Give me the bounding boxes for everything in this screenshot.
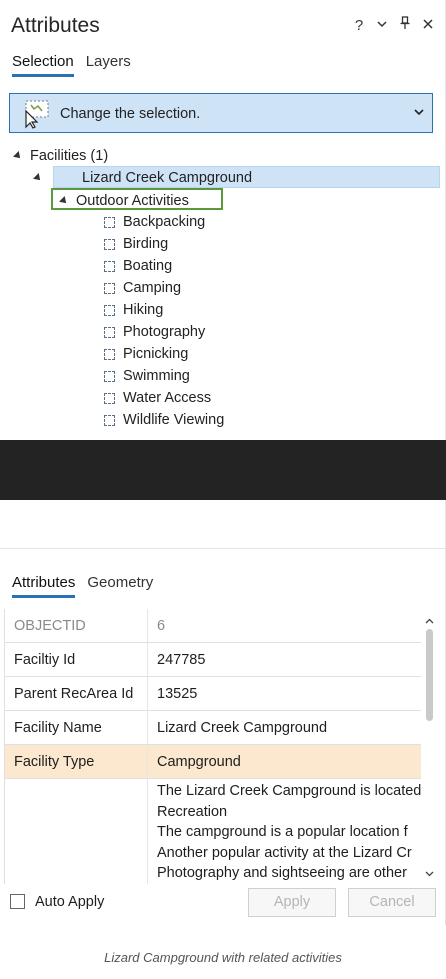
tree-activity-row[interactable]: Birding [104, 233, 168, 255]
tree-activity-label: Hiking [123, 302, 164, 318]
tree-root-facilities[interactable]: Facilities (1) [13, 145, 109, 167]
field-value[interactable]: Campground [148, 745, 421, 778]
tree-activity-row[interactable]: Backpacking [104, 211, 205, 233]
change-selection-dropdown[interactable]: Change the selection. [9, 93, 433, 133]
close-icon[interactable] [421, 17, 435, 35]
pane-divider [0, 548, 445, 549]
cancel-button[interactable]: Cancel [348, 888, 436, 917]
chevron-down-icon [414, 109, 424, 116]
tree-activity-label: Water Access [123, 390, 212, 406]
scrollbar-thumb[interactable] [426, 629, 433, 721]
figure-caption: Lizard Campground with related activitie… [104, 950, 342, 965]
table-row[interactable]: Faciltiy Id 247785 [5, 643, 421, 677]
tree-relationship-row[interactable]: Outdoor Activities [51, 188, 223, 210]
scroll-up-icon[interactable] [425, 617, 434, 626]
tree-feature-row[interactable]: Lizard Creek Campground [33, 166, 440, 188]
related-record-icon [104, 414, 115, 426]
tree-activity-label: Boating [123, 258, 173, 274]
related-record-icon [104, 326, 115, 338]
chevron-down-icon[interactable] [375, 17, 389, 35]
field-name: Facility Type [5, 745, 148, 778]
pin-icon[interactable] [398, 16, 412, 35]
related-record-icon [104, 304, 115, 316]
field-value[interactable]: 247785 [148, 643, 421, 676]
related-record-icon [104, 260, 115, 272]
tree-activity-label: Photography [123, 324, 206, 340]
table-row[interactable]: OBJECTID 6 [5, 609, 421, 643]
table-row[interactable]: Facility Name Lizard Creek Campground [5, 711, 421, 745]
field-value[interactable]: Lizard Creek Campground [148, 711, 421, 744]
tree-relationship-label: Outdoor Activities [76, 193, 189, 209]
auto-apply-checkbox[interactable] [10, 894, 25, 909]
tree-activity-row[interactable]: Water Access [104, 387, 211, 409]
field-name: OBJECTID [5, 609, 148, 642]
tree-activity-row[interactable]: Wildlife Viewing [104, 409, 224, 431]
expand-triangle-icon[interactable] [59, 196, 69, 207]
related-record-icon [104, 238, 115, 250]
tree-activity-label: Picnicking [123, 346, 189, 362]
description-row[interactable]: The Lizard Creek Campground is located R… [5, 779, 421, 884]
apply-button[interactable]: Apply [248, 888, 336, 917]
tree-feature-label: Lizard Creek Campground [82, 170, 253, 186]
field-name: Facility Name [5, 711, 148, 744]
attributes-pane: Attributes ? Selection Layers Change the… [0, 0, 446, 925]
tree-activity-row[interactable]: Photography [104, 321, 205, 343]
description-line: The Lizard Creek Campground is located [157, 783, 421, 799]
description-line: Recreation [157, 803, 228, 820]
help-icon[interactable]: ? [352, 17, 366, 35]
description-line: Photography and sightseeing are other [157, 865, 407, 881]
vertical-scrollbar[interactable] [421, 615, 437, 883]
auto-apply-label: Auto Apply [35, 894, 105, 910]
scroll-down-icon[interactable] [425, 869, 434, 878]
tree-activity-label: Birding [123, 236, 169, 252]
table-row-highlighted[interactable]: Facility Type Campground [5, 745, 421, 779]
field-name: Parent RecArea Id [5, 677, 148, 710]
related-record-icon [104, 370, 115, 382]
change-selection-label: Change the selection. [60, 106, 201, 122]
tree-activity-row[interactable]: Swimming [104, 365, 190, 387]
tree-activity-label: Camping [123, 280, 182, 296]
description-line: The campground is a popular location f [157, 824, 408, 840]
select-cursor-icon [25, 100, 49, 129]
tree-activity-row[interactable]: Picnicking [104, 343, 188, 365]
field-value[interactable]: 13525 [148, 677, 421, 710]
tab-attributes[interactable]: Attributes [12, 574, 76, 598]
related-record-icon [104, 348, 115, 360]
tree-activity-row[interactable]: Camping [104, 277, 181, 299]
description-value[interactable]: The Lizard Creek Campground is located R… [148, 779, 421, 884]
tab-layers[interactable]: Layers [86, 53, 131, 77]
tree-activity-row[interactable]: Hiking [104, 299, 163, 321]
field-value: 6 [157, 618, 166, 634]
pane-header-icons: ? [352, 16, 435, 35]
redaction-bar [0, 440, 446, 500]
selection-layers-tabs: Selection Layers [12, 53, 131, 77]
related-record-icon [104, 282, 115, 294]
tree-activity-label: Wildlife Viewing [123, 412, 225, 428]
expand-triangle-icon[interactable] [13, 151, 23, 162]
field-name: Faciltiy Id [5, 643, 148, 676]
description-line: Another popular activity at the Lizard C… [157, 844, 412, 861]
related-record-icon [104, 216, 115, 228]
tree-activity-row[interactable]: Boating [104, 255, 172, 277]
field-name [5, 779, 148, 884]
attributes-geometry-tabs: Attributes Geometry [12, 574, 153, 598]
tab-geometry[interactable]: Geometry [87, 574, 153, 598]
pane-title: Attributes [11, 14, 100, 37]
related-record-icon [104, 392, 115, 404]
table-row[interactable]: Parent RecArea Id 13525 [5, 677, 421, 711]
tree-root-label: Facilities (1) [30, 148, 109, 164]
tab-selection[interactable]: Selection [12, 53, 74, 77]
pane-footer: Auto Apply Apply Cancel [0, 886, 445, 920]
tree-activity-label: Swimming [123, 368, 190, 384]
attribute-table: OBJECTID 6 Faciltiy Id 247785 Parent Rec… [4, 609, 421, 884]
expand-triangle-icon[interactable] [33, 173, 43, 184]
tree-activity-label: Backpacking [123, 214, 206, 230]
